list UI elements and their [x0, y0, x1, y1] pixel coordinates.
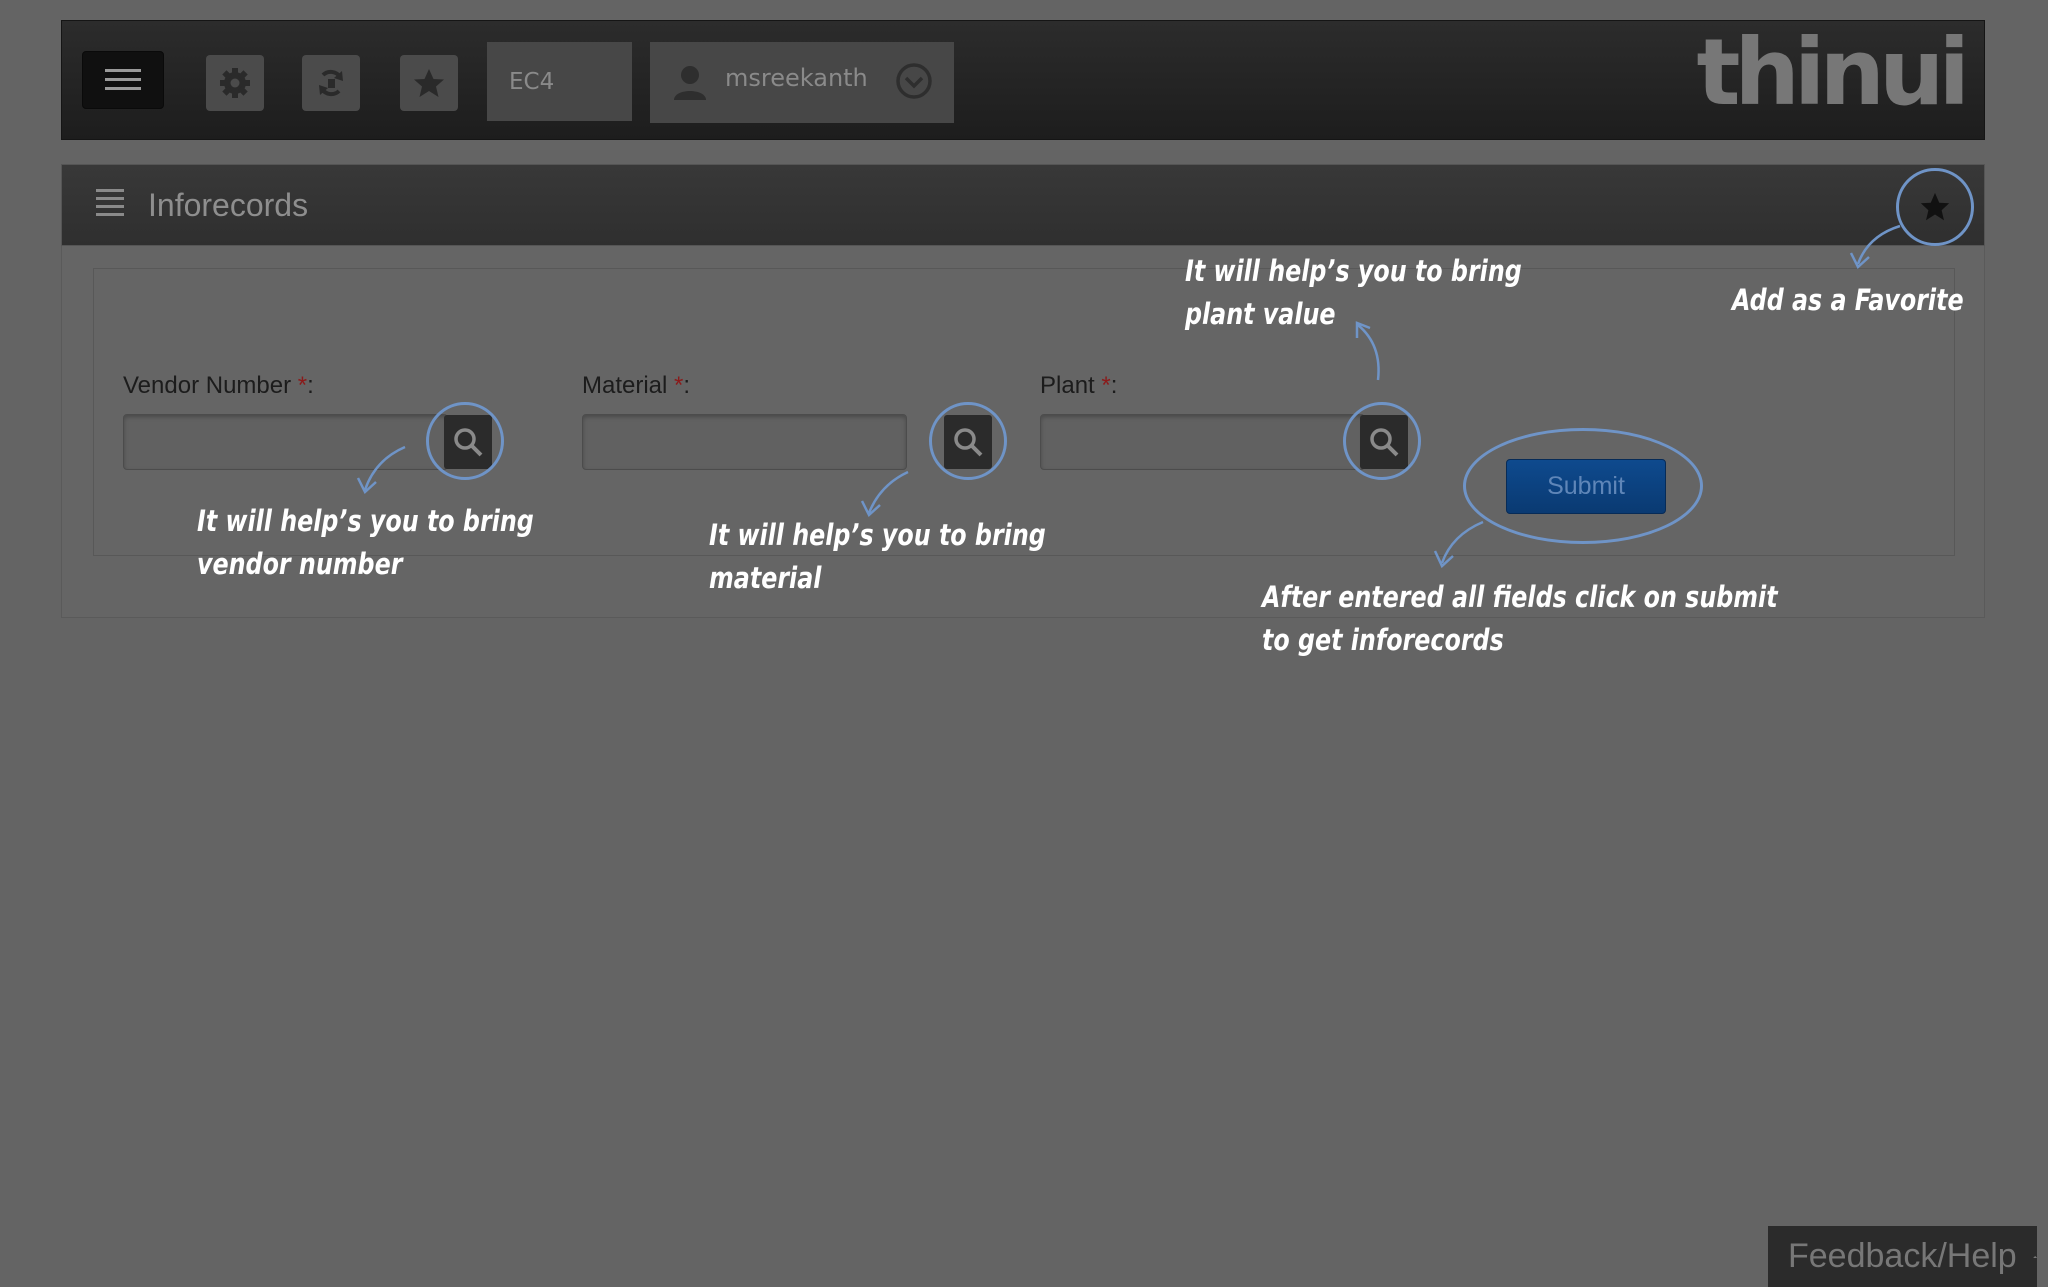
caret-up-icon — [2032, 1255, 2037, 1258]
submit-callout-arrow — [1440, 520, 1484, 564]
feedback-help-button[interactable]: Feedback/Help — [1768, 1226, 2037, 1287]
feedback-label: Feedback/Help — [1788, 1237, 2017, 1275]
favorite-callout-arrow — [1856, 224, 1901, 265]
plant-callout-arrow — [1357, 324, 1380, 381]
vendor-callout-arrow — [363, 445, 406, 491]
callout-arrows — [356, 224, 1901, 569]
app-root: EC4 msreekanth thinui Inforecords Vendor… — [0, 0, 2048, 1287]
material-callout-arrow — [867, 470, 909, 514]
